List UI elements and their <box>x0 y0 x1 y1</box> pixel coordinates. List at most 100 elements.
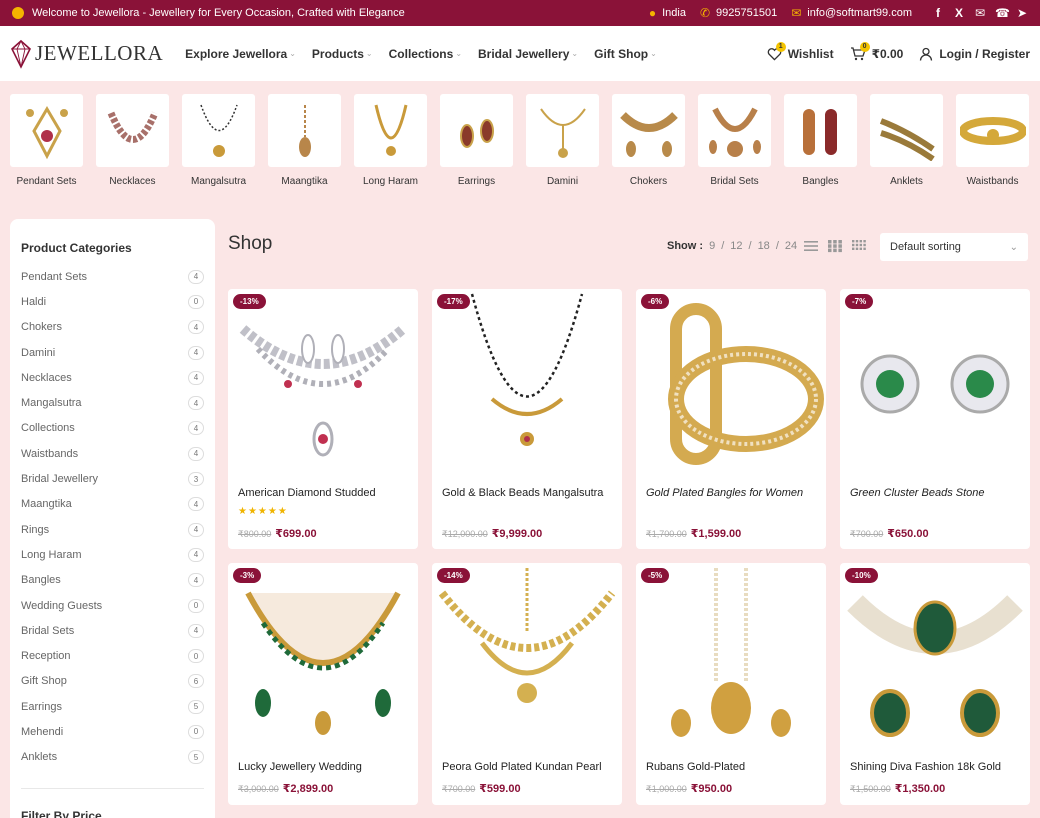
category-thumbnail <box>440 94 513 167</box>
phone-link[interactable]: ✆ 9925751501 <box>700 6 777 20</box>
show-option-12[interactable]: 12 <box>730 240 742 252</box>
category-item[interactable]: Bangles <box>784 94 857 188</box>
nav-bridal-jewellery[interactable]: Bridal Jewellery ⌄ <box>478 47 578 61</box>
sale-price: ₹2,899.00 <box>282 783 334 795</box>
sidebar-category-item[interactable]: Maangtika 4 <box>21 492 204 517</box>
category-item[interactable]: Bridal Sets <box>698 94 771 188</box>
grid-3-view-icon[interactable] <box>828 239 842 253</box>
list-view-icon[interactable] <box>804 239 818 253</box>
category-item[interactable]: Maangtika <box>268 94 341 188</box>
sidebar-category-item[interactable]: Wedding Guests 0 <box>21 593 204 618</box>
sort-select[interactable]: Default sorting ⌄ <box>880 233 1028 261</box>
category-count-badge: 4 <box>188 320 204 335</box>
product-card[interactable]: -5% Rubans Gold-Plated ₹1,000.00 ₹950.00 <box>636 563 826 805</box>
sidebar-category-item[interactable]: Chokers 4 <box>21 315 204 340</box>
show-option-9[interactable]: 9 <box>709 240 715 252</box>
email-link[interactable]: ✉ info@softmart99.com <box>791 6 912 20</box>
login-register-link[interactable]: Login / Register <box>919 47 1030 61</box>
telegram-icon[interactable]: ➤ <box>1016 6 1028 20</box>
product-card[interactable]: -14% Peora Gold Plated Kundan Pearl ₹700… <box>432 563 622 805</box>
site-logo[interactable]: JEWELLORA <box>10 39 163 69</box>
x-icon[interactable]: X <box>953 6 965 20</box>
sidebar-category-item[interactable]: Bridal Sets 4 <box>21 618 204 643</box>
sidebar-category-item[interactable]: Anklets 5 <box>21 745 204 770</box>
sidebar-category-item[interactable]: Gift Shop 6 <box>21 669 204 694</box>
product-image-area[interactable] <box>228 289 418 479</box>
category-item[interactable]: Anklets <box>870 94 943 188</box>
sidebar-category-item[interactable]: Earrings 5 <box>21 694 204 719</box>
product-image <box>668 303 824 465</box>
nav-collections[interactable]: Collections ⌄ <box>389 47 462 61</box>
product-image-area[interactable] <box>432 289 622 479</box>
product-image <box>438 568 616 703</box>
category-count-badge: 4 <box>188 522 204 537</box>
facebook-icon[interactable]: f <box>932 6 944 20</box>
category-item[interactable]: Earrings <box>440 94 513 188</box>
product-name[interactable]: Peora Gold Plated Kundan Pearl <box>442 761 617 773</box>
social-links: f X ✉ ☎ ➤ <box>932 6 1028 20</box>
product-image-area[interactable] <box>840 289 1030 479</box>
whatsapp-icon[interactable]: ☎ <box>995 6 1010 20</box>
phone-text: 9925751501 <box>716 7 778 19</box>
sidebar-category-item[interactable]: Mehendi 0 <box>21 719 204 744</box>
product-name[interactable]: Gold Plated Bangles for Women <box>646 487 821 499</box>
sidebar-category-item[interactable]: Reception 0 <box>21 643 204 668</box>
product-card[interactable]: -3% Lucky Jewellery Wedding ₹3,000.00 ₹2… <box>228 563 418 805</box>
sidebar-category-item[interactable]: Long Haram 4 <box>21 542 204 567</box>
category-item[interactable]: Necklaces <box>96 94 169 188</box>
category-count-badge: 4 <box>188 547 204 562</box>
product-name[interactable]: American Diamond Studded <box>238 487 413 499</box>
category-item[interactable]: Pendant Sets <box>10 94 83 188</box>
product-name[interactable]: Gold & Black Beads Mangalsutra <box>442 487 617 499</box>
product-name[interactable]: Green Cluster Beads Stone <box>850 487 1025 499</box>
category-item[interactable]: Waistbands <box>956 94 1029 188</box>
product-name[interactable]: Shining Diva Fashion 18k Gold <box>850 761 1025 773</box>
product-image-area[interactable] <box>228 563 418 753</box>
sidebar-category-item[interactable]: Necklaces 4 <box>21 365 204 390</box>
category-thumbnail <box>96 94 169 167</box>
product-card[interactable]: -7% Green Cluster Beads Stone ₹700.00 ₹6… <box>840 289 1030 549</box>
sidebar-category-item[interactable]: Haldi 0 <box>21 289 204 314</box>
sidebar-category-item[interactable]: Bangles 4 <box>21 568 204 593</box>
product-image-area[interactable] <box>636 563 826 753</box>
product-card[interactable]: -13% American Diamond Studded ★★★★★ ₹800… <box>228 289 418 549</box>
sidebar-category-item[interactable]: Mangalsutra 4 <box>21 390 204 415</box>
show-option-18[interactable]: 18 <box>758 240 770 252</box>
earrings-image <box>459 118 494 148</box>
product-image-area[interactable] <box>840 563 1030 753</box>
mail-icon[interactable]: ✉ <box>974 6 986 20</box>
nav-gift-shop[interactable]: Gift Shop ⌄ <box>594 47 657 61</box>
product-card[interactable]: -17% Gold & Black Beads Mangalsutra ₹12,… <box>432 289 622 549</box>
product-name[interactable]: Lucky Jewellery Wedding <box>238 761 413 773</box>
location[interactable]: ● India <box>649 6 686 20</box>
grid-4-view-icon[interactable] <box>852 239 866 253</box>
damini-image <box>539 107 586 158</box>
nav-products[interactable]: Products ⌄ <box>312 47 373 61</box>
nav-explore-jewellora[interactable]: Explore Jewellora ⌄ <box>185 47 296 61</box>
category-label: Damini <box>546 176 579 187</box>
cart-link[interactable]: 0 ₹0.00 <box>850 41 903 61</box>
sidebar-category-item[interactable]: Pendant Sets 4 <box>21 264 204 289</box>
wishlist-link[interactable]: 1 Wishlist <box>767 41 834 61</box>
product-card[interactable]: -10% Shining Diva Fashion 18k Gold ₹1,50… <box>840 563 1030 805</box>
product-name[interactable]: Rubans Gold-Plated <box>646 761 821 773</box>
category-thumbnail <box>182 94 255 167</box>
sidebar-category-item[interactable]: Damini 4 <box>21 340 204 365</box>
category-item[interactable]: Mangalsutra <box>182 94 255 188</box>
sidebar-category-label: Waistbands <box>21 447 79 460</box>
sidebar-category-item[interactable]: Collections 4 <box>21 416 204 441</box>
category-item[interactable]: Damini <box>526 94 599 188</box>
product-image-area[interactable] <box>432 563 622 753</box>
sidebar-category-item[interactable]: Waistbands 4 <box>21 441 204 466</box>
sidebar-category-item[interactable]: Rings 4 <box>21 517 204 542</box>
product-card[interactable]: -6% Gold Plated Bangles for Women ₹1,700… <box>636 289 826 549</box>
category-count-badge: 5 <box>188 750 204 765</box>
category-item[interactable]: Chokers <box>612 94 685 188</box>
category-count-badge: 0 <box>188 724 204 739</box>
show-option-24[interactable]: 24 <box>785 240 797 252</box>
product-image-area[interactable] <box>636 289 826 479</box>
sidebar-category-label: Chokers <box>21 321 62 334</box>
product-image <box>671 568 791 737</box>
category-item[interactable]: Long Haram <box>354 94 427 188</box>
sidebar-category-item[interactable]: Bridal Jewellery 3 <box>21 466 204 491</box>
